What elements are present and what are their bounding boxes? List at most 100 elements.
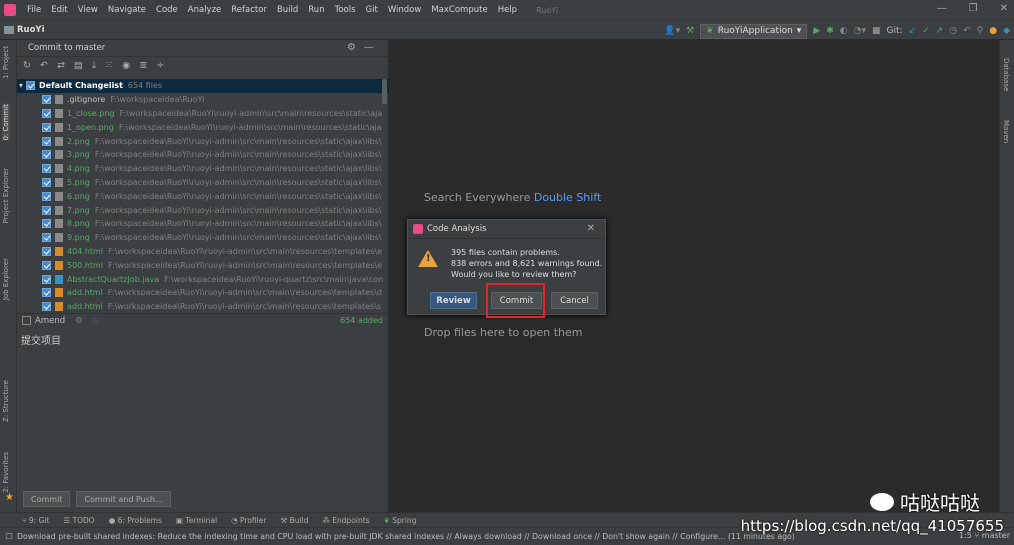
expand-all-icon[interactable]: ≣	[139, 60, 147, 71]
file-checkbox[interactable]	[42, 274, 51, 284]
review-button[interactable]: Review	[430, 292, 477, 309]
git-push-icon[interactable]: ↗	[936, 26, 944, 36]
menu-file[interactable]: File	[27, 5, 41, 15]
git-commit-check-icon[interactable]: ✓	[922, 26, 930, 36]
commit-message-input[interactable]: 提交项目	[21, 332, 61, 347]
file-row[interactable]: 2.png F:\workspaceidea\RuoYi\ruoyi-admin\…	[17, 134, 389, 148]
menu-tools[interactable]: Tools	[335, 5, 356, 15]
file-row[interactable]: AbstractQuartzJob.java F:\workspaceidea\R…	[17, 272, 389, 286]
favorites-star-icon[interactable]: ★	[5, 492, 14, 503]
coverage-icon[interactable]: ◐	[840, 26, 848, 36]
file-checkbox[interactable]	[42, 164, 51, 174]
run-configuration-select[interactable]: ❦ RuoYiApplication ▾	[700, 23, 808, 39]
gear-icon[interactable]: ⚙	[347, 42, 364, 53]
user-icon[interactable]: 👤▾	[664, 26, 680, 36]
menu-analyze[interactable]: Analyze	[188, 5, 222, 15]
file-row[interactable]: add.html F:\workspaceidea\RuoYi\ruoyi-adm…	[17, 300, 389, 312]
git-update-icon[interactable]: ↙	[909, 26, 917, 36]
file-row[interactable]: 500.html F:\workspaceidea\RuoYi\ruoyi-adm…	[17, 258, 389, 272]
tab-endpoints[interactable]: ⁂ Endpoints	[322, 516, 369, 525]
file-checkbox[interactable]	[42, 219, 51, 229]
file-row[interactable]: 7.png F:\workspaceidea\RuoYi\ruoyi-admin\…	[17, 203, 389, 217]
file-row[interactable]: .gitignore F:\workspaceidea\RuoYi	[17, 93, 389, 107]
stop-icon[interactable]: ■	[872, 26, 881, 36]
file-row[interactable]: 9.png F:\workspaceidea\RuoYi\ruoyi-admin\…	[17, 231, 389, 245]
tab-project-explorer[interactable]: Project Explorer	[2, 168, 10, 223]
minimize-icon[interactable]: —	[937, 3, 947, 14]
file-checkbox[interactable]	[42, 95, 51, 105]
menu-refactor[interactable]: Refactor	[231, 5, 267, 15]
tab-job-explorer[interactable]: Job Explorer	[2, 258, 10, 300]
file-checkbox[interactable]	[42, 150, 51, 160]
tab-git[interactable]: ⑂ 9: Git	[22, 516, 49, 525]
group-by-icon[interactable]: ⁙	[105, 60, 113, 71]
file-checkbox[interactable]	[42, 177, 51, 187]
changelist-checkbox[interactable]	[26, 81, 36, 91]
amend-checkbox[interactable]	[22, 316, 31, 325]
close-icon[interactable]: ✕	[587, 223, 595, 234]
breadcrumb[interactable]: RuoYi	[4, 25, 45, 35]
file-checkbox[interactable]	[42, 108, 51, 118]
menu-git[interactable]: Git	[366, 5, 378, 15]
file-row[interactable]: 404.html F:\workspaceidea\RuoYi\ruoyi-adm…	[17, 245, 389, 259]
menu-edit[interactable]: Edit	[51, 5, 67, 15]
file-checkbox[interactable]	[42, 233, 51, 243]
tab-build[interactable]: ⚒ Build	[280, 516, 308, 525]
menu-view[interactable]: View	[78, 5, 98, 15]
shelve-icon[interactable]: ▤	[74, 60, 83, 71]
file-checkbox[interactable]	[42, 288, 51, 298]
rollback-icon[interactable]: ↶	[40, 60, 48, 71]
rollback-icon[interactable]: ↶	[963, 26, 971, 36]
menu-help[interactable]: Help	[498, 5, 517, 15]
file-row[interactable]: 4.png F:\workspaceidea\RuoYi\ruoyi-admin\…	[17, 162, 389, 176]
file-row[interactable]: 3.png F:\workspaceidea\RuoYi\ruoyi-admin\…	[17, 148, 389, 162]
status-message[interactable]: Download pre-built shared indexes: Reduc…	[17, 532, 795, 541]
commit-and-push-button[interactable]: Commit and Push...	[76, 491, 171, 507]
menu-code[interactable]: Code	[156, 5, 178, 15]
file-row[interactable]: 5.png F:\workspaceidea\RuoYi\ruoyi-admin\…	[17, 176, 389, 190]
file-row[interactable]: 8.png F:\workspaceidea\RuoYi\ruoyi-admin\…	[17, 217, 389, 231]
plugin-icon[interactable]: ◆	[1003, 26, 1010, 36]
diff-icon[interactable]: ⇄	[57, 60, 65, 71]
tab-spring[interactable]: ❦ Spring	[384, 516, 417, 525]
history-icon[interactable]: ◷	[949, 26, 957, 36]
gear-icon[interactable]: ⚙	[75, 316, 83, 326]
file-checkbox[interactable]	[42, 205, 51, 215]
refresh-icon[interactable]: ↻	[23, 60, 31, 71]
file-row[interactable]: 1_open.png F:\workspaceidea\RuoYi\ruoyi-a…	[17, 120, 389, 134]
download-icon[interactable]: ⤓	[92, 60, 96, 71]
maximize-icon[interactable]: ❐	[969, 3, 978, 14]
file-checkbox[interactable]	[42, 136, 51, 146]
view-options-icon[interactable]: ◉	[122, 60, 130, 71]
close-icon[interactable]: ✕	[1000, 3, 1008, 14]
menu-window[interactable]: Window	[388, 5, 422, 15]
commit-button[interactable]: Commit	[23, 491, 71, 507]
menu-run[interactable]: Run	[308, 5, 324, 15]
menu-build[interactable]: Build	[277, 5, 298, 15]
tab-todo[interactable]: ☰ TODO	[63, 516, 94, 525]
tab-profiler[interactable]: ◔ Profiler	[231, 516, 266, 525]
hide-icon[interactable]: —	[364, 42, 382, 53]
tab-structure[interactable]: Z: Structure	[2, 380, 10, 422]
file-checkbox[interactable]	[42, 246, 51, 256]
scrollbar-thumb[interactable]	[382, 79, 387, 104]
collapse-all-icon[interactable]: ÷	[156, 60, 164, 71]
profile-icon[interactable]: ◔▾	[854, 26, 866, 36]
debug-icon[interactable]: ✱	[826, 26, 834, 36]
run-icon[interactable]: ▶	[813, 26, 820, 36]
search-icon[interactable]: ⚲	[977, 26, 984, 36]
file-checkbox[interactable]	[42, 260, 51, 270]
chevron-down-icon[interactable]: ▾	[19, 81, 23, 90]
hammer-icon[interactable]: ⚒	[686, 26, 694, 36]
file-checkbox[interactable]	[42, 122, 51, 132]
tab-problems[interactable]: ● 6: Problems	[109, 516, 162, 525]
file-row[interactable]: 6.png F:\workspaceidea\RuoYi\ruoyi-admin\…	[17, 189, 389, 203]
tab-project[interactable]: 1: Project	[2, 46, 10, 79]
history-icon[interactable]: ◷	[91, 316, 98, 326]
changelist-header[interactable]: ▾ Default Changelist 654 files	[17, 79, 389, 93]
update-badge-icon[interactable]: ●	[989, 26, 997, 36]
file-row[interactable]: add.html F:\workspaceidea\RuoYi\ruoyi-adm…	[17, 286, 389, 300]
file-row[interactable]: 1_close.png F:\workspaceidea\RuoYi\ruoyi-…	[17, 107, 389, 121]
tab-favorites[interactable]: 2: Favorites	[2, 452, 10, 493]
menu-maxcompute[interactable]: MaxCompute	[431, 5, 487, 15]
